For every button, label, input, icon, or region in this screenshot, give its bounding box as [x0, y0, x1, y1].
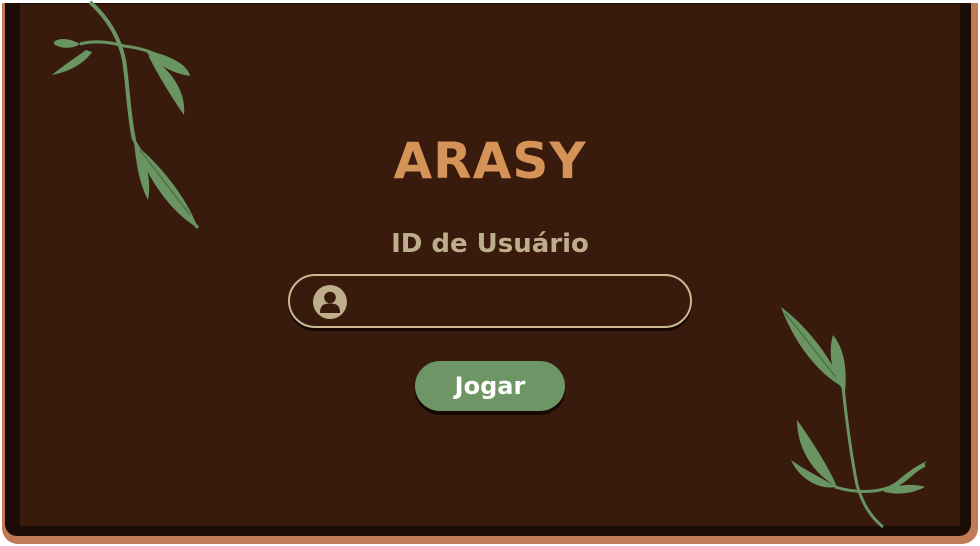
user-id-input[interactable]: [358, 282, 672, 322]
login-screen: ARASY ID de Usuário Jogar: [0, 0, 980, 546]
play-button[interactable]: Jogar: [415, 361, 565, 411]
user-id-label: ID de Usuário: [391, 229, 589, 259]
user-icon: [313, 285, 347, 319]
leaf-branch-bottom-right-icon: [781, 307, 927, 529]
user-id-field[interactable]: [288, 274, 692, 328]
app-title: ARASY: [393, 132, 587, 190]
leaf-branch-top-left-icon: [52, 0, 200, 229]
